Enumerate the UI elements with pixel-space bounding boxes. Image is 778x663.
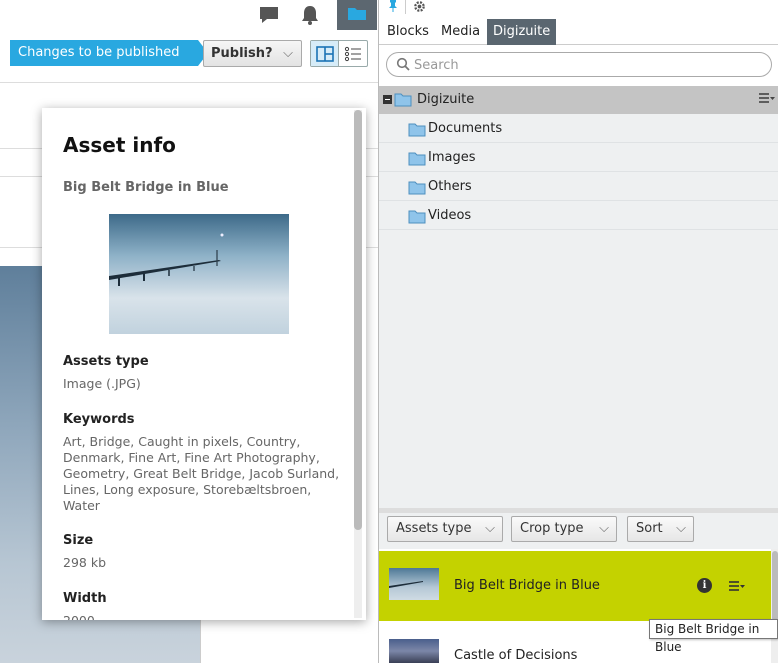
tooltip: Big Belt Bridge in Blue — [649, 619, 778, 654]
chevron-down-icon: ⌵ — [599, 521, 609, 536]
top-icon-bar — [0, 0, 378, 32]
publish-button[interactable]: Publish? ⌵ — [203, 40, 302, 67]
tree-item-label: Others — [428, 179, 472, 194]
bell-icon[interactable] — [297, 2, 323, 28]
folder-tree: Digizuite Documents Images Others Videos — [379, 86, 778, 508]
assets-type-value: Image (.JPG) — [63, 376, 141, 391]
tree-item-documents[interactable]: Documents — [379, 114, 778, 143]
folder-icon — [408, 180, 426, 199]
size-label: Size — [63, 533, 94, 548]
assets-type-label: Assets type — [63, 354, 149, 369]
info-icon[interactable]: i — [697, 578, 712, 593]
layout-icon[interactable] — [311, 41, 340, 66]
search-icon — [396, 57, 410, 75]
result-title: Castle of Decisions — [454, 648, 578, 663]
list-icon[interactable] — [339, 41, 367, 66]
chevron-down-icon: ⌵ — [485, 521, 495, 536]
tree-item-images[interactable]: Images — [379, 143, 778, 172]
tree-item-label: Images — [428, 150, 476, 165]
asset-info-heading: Asset info — [63, 133, 176, 157]
width-value: 2000 — [63, 613, 343, 620]
list-item[interactable]: Big Belt Bridge in Blue i — [379, 551, 771, 621]
folder-icon — [408, 122, 426, 141]
publish-toolbar: Changes to be published Publish? ⌵ — [0, 39, 378, 69]
collapse-icon[interactable] — [383, 95, 392, 104]
tree-item-label: Videos — [428, 208, 472, 223]
filter-bar: Assets type ⌵ Crop type ⌵ Sort ⌵ — [379, 513, 778, 549]
panel-toolbar — [379, 0, 778, 18]
tree-root-digizuite[interactable]: Digizuite — [379, 86, 778, 114]
asset-info-scrollbar[interactable] — [354, 110, 362, 618]
publish-label: Publish? — [211, 46, 273, 61]
width-label: Width — [63, 591, 107, 606]
chevron-down-icon: ⌵ — [283, 46, 293, 61]
keywords-label: Keywords — [63, 412, 135, 427]
tree-item-label: Documents — [428, 121, 503, 136]
tab-media[interactable]: Media — [435, 19, 486, 45]
result-thumbnail — [389, 639, 439, 663]
asset-info-panel: Asset info Big Belt Bridge in Blue Asset… — [42, 108, 366, 620]
panel-tabs: Blocks Media Digizuite — [379, 19, 778, 45]
editor-area: Changes to be published Publish? ⌵ Asset… — [0, 0, 378, 663]
results-scrollbar[interactable] — [771, 549, 778, 663]
search-box — [386, 52, 772, 77]
result-thumbnail — [389, 568, 439, 600]
folder-toggle-button[interactable] — [337, 0, 377, 30]
divider — [0, 82, 378, 83]
menu-icon[interactable] — [729, 579, 745, 597]
keywords-value: Art, Bridge, Caught in pixels, Country, … — [63, 434, 340, 513]
results-list: Big Belt Bridge in Blue i Castle of Deci… — [379, 549, 778, 663]
result-title: Big Belt Bridge in Blue — [454, 578, 600, 593]
tree-item-others[interactable]: Others — [379, 172, 778, 201]
folder-icon — [408, 209, 426, 228]
folder-icon — [394, 92, 412, 111]
asset-name: Big Belt Bridge in Blue — [63, 180, 229, 195]
chevron-down-icon: ⌵ — [676, 521, 686, 536]
filter-label: Assets type — [396, 521, 472, 536]
sort-filter[interactable]: Sort ⌵ — [627, 516, 694, 542]
assets-type-filter[interactable]: Assets type ⌵ — [387, 516, 503, 542]
comment-icon[interactable] — [256, 2, 282, 28]
crop-type-filter[interactable]: Crop type ⌵ — [511, 516, 617, 542]
folder-icon — [347, 5, 367, 25]
tree-root-label: Digizuite — [417, 92, 475, 107]
tab-blocks[interactable]: Blocks — [381, 19, 435, 45]
asset-browser-panel: Blocks Media Digizuite Digizuite Documen… — [378, 0, 778, 663]
tree-item-videos[interactable]: Videos — [379, 201, 778, 230]
filter-label: Sort — [636, 521, 663, 536]
pin-icon[interactable] — [387, 0, 399, 16]
tab-digizuite[interactable]: Digizuite — [487, 19, 557, 45]
changes-to-be-published-badge[interactable]: Changes to be published — [10, 40, 208, 66]
filter-label: Crop type — [520, 521, 584, 536]
gear-icon[interactable] — [413, 0, 426, 17]
view-toggle — [310, 40, 368, 67]
asset-thumbnail — [109, 214, 289, 334]
folder-icon — [408, 151, 426, 170]
size-value: 298 kb — [63, 555, 107, 570]
menu-icon[interactable] — [759, 91, 775, 109]
search-input[interactable] — [414, 55, 754, 75]
